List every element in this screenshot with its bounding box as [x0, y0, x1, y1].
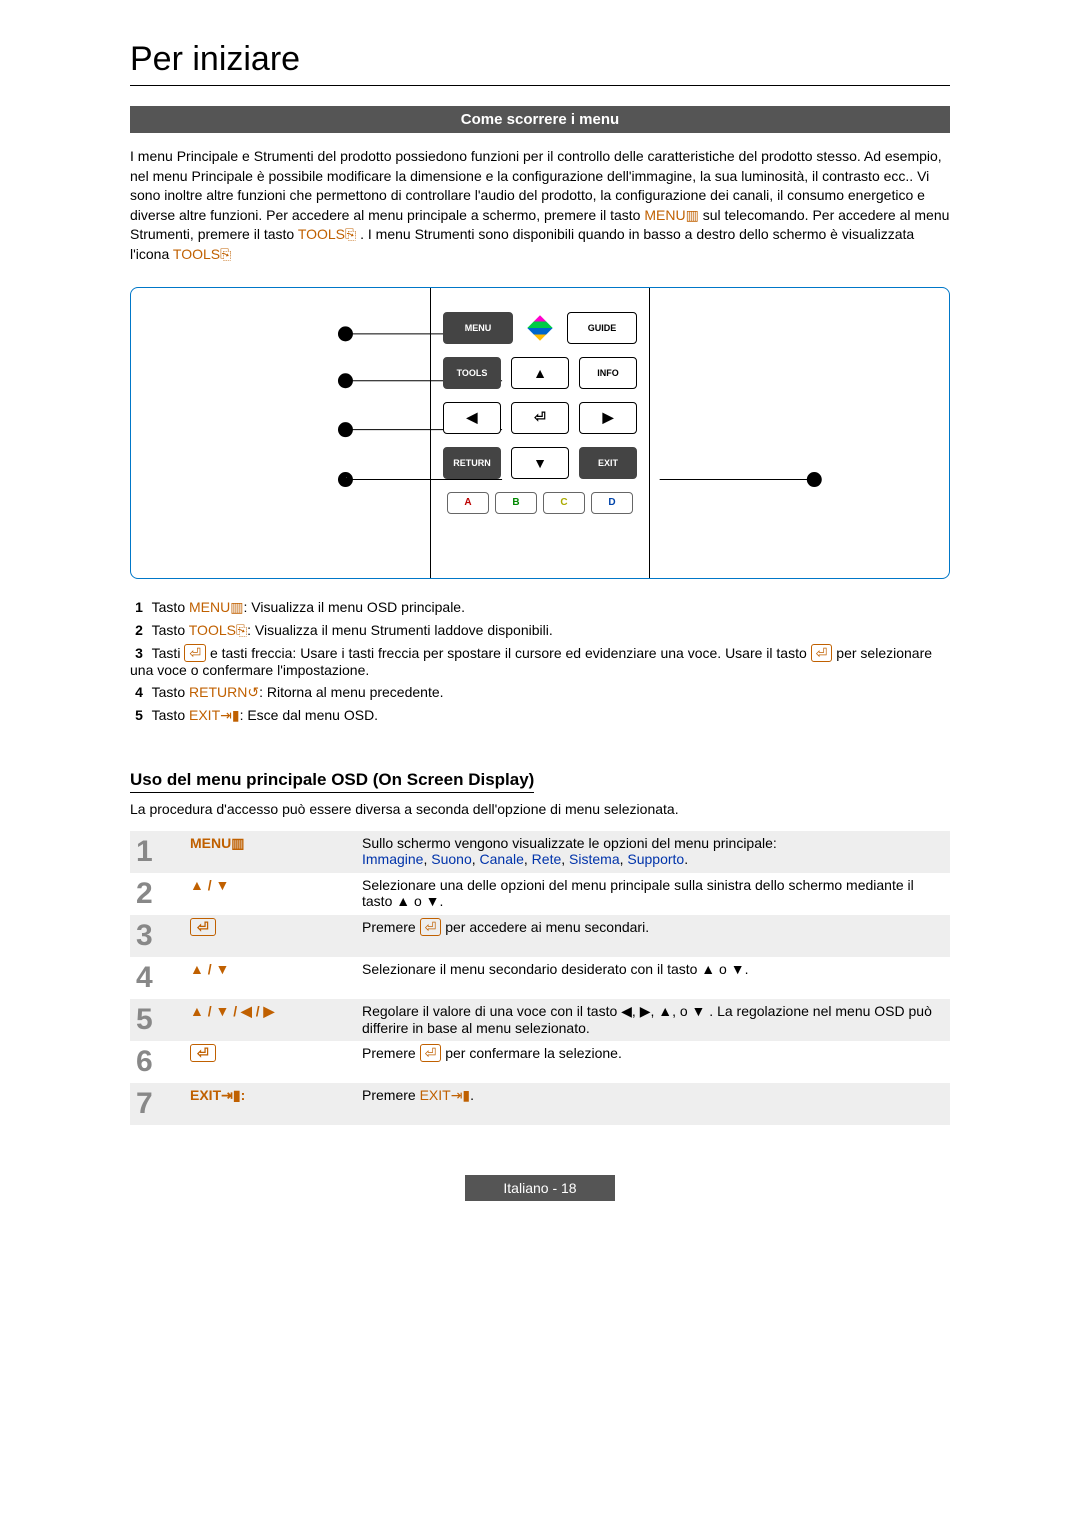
osd-intro: La procedura d'accesso può essere divers…: [130, 801, 950, 817]
step-number: 2: [130, 873, 184, 915]
step-number: 7: [130, 1083, 184, 1125]
tools-icon: ⎘: [220, 246, 231, 262]
enter-icon: ⏎: [190, 1044, 216, 1062]
remote-down-button[interactable]: ▼: [511, 447, 569, 479]
step-control: EXIT⇥▮:: [190, 1087, 245, 1103]
remote-body: MENU GUIDE TOOLS ▲ INFO ◀ ⏎ ▶ RETURN ▼ E…: [430, 288, 650, 578]
svg-text:2: 2: [343, 376, 349, 387]
step-number: 3: [130, 915, 184, 957]
return-icon: ↺: [247, 684, 259, 700]
step-row: 3 ⏎ Premere ⏎ per accedere ai menu secon…: [130, 915, 950, 957]
tools-keyword: TOOLS⎘: [298, 226, 356, 242]
step-control: ▲ / ▼: [190, 961, 229, 977]
legend-item: 4 Tasto RETURN↺: Ritorna al menu precede…: [130, 684, 950, 701]
enter-icon: ⏎: [420, 1044, 442, 1062]
remote-color-b-button[interactable]: B: [495, 492, 537, 514]
step-control: ▲ / ▼: [190, 877, 229, 893]
remote-color-d-button[interactable]: D: [591, 492, 633, 514]
menu-icon: ▥: [230, 599, 243, 615]
menu-link[interactable]: Canale: [480, 851, 524, 867]
osd-heading: Uso del menu principale OSD (On Screen D…: [130, 770, 534, 793]
remote-tools-button[interactable]: TOOLS: [443, 357, 501, 389]
page-footer: Italiano - 18: [465, 1175, 615, 1201]
step-number: 5: [130, 999, 184, 1041]
step-row: 1 MENU▥ Sullo schermo vengono visualizza…: [130, 831, 950, 873]
step-description: Selezionare una delle opzioni del menu p…: [356, 873, 950, 915]
remote-info-button[interactable]: INFO: [579, 357, 637, 389]
svg-text:1: 1: [343, 329, 349, 340]
step-description: Sullo schermo vengono visualizzate le op…: [356, 831, 950, 873]
step-row: 7 EXIT⇥▮: Premere EXIT⇥▮.: [130, 1083, 950, 1125]
exit-icon: ⇥▮: [220, 707, 239, 723]
step-description: Premere ⏎ per accedere ai menu secondari…: [356, 915, 950, 957]
section-banner: Come scorrere i menu: [130, 106, 950, 133]
remote-left-button[interactable]: ◀: [443, 402, 501, 434]
svg-text:5: 5: [812, 475, 818, 486]
step-number: 6: [130, 1041, 184, 1083]
legend-item: 1 Tasto MENU▥: Visualizza il menu OSD pr…: [130, 599, 950, 616]
step-row: 4 ▲ / ▼ Selezionare il menu secondario d…: [130, 957, 950, 999]
remote-logo-icon: [523, 312, 557, 344]
menu-keyword: MENU▥: [644, 207, 698, 223]
osd-steps-table: 1 MENU▥ Sullo schermo vengono visualizza…: [130, 831, 950, 1125]
intro-paragraph: I menu Principale e Strumenti del prodot…: [130, 147, 950, 265]
remote-return-button[interactable]: RETURN: [443, 447, 501, 479]
svg-text:3: 3: [343, 425, 349, 436]
remote-up-button[interactable]: ▲: [511, 357, 569, 389]
step-row: 5 ▲ / ▼ / ◀ / ▶ Regolare il valore di un…: [130, 999, 950, 1041]
remote-guide-button[interactable]: GUIDE: [567, 312, 637, 344]
remote-exit-button[interactable]: EXIT: [579, 447, 637, 479]
remote-color-c-button[interactable]: C: [543, 492, 585, 514]
legend-item: 5 Tasto EXIT⇥▮: Esce dal menu OSD.: [130, 707, 950, 724]
menu-icon: ▥: [231, 835, 244, 851]
step-number: 4: [130, 957, 184, 999]
remote-enter-button[interactable]: ⏎: [511, 402, 569, 434]
exit-icon: ⇥▮: [451, 1087, 470, 1103]
step-description: Premere EXIT⇥▮.: [356, 1083, 950, 1125]
step-control: ▲ / ▼ / ◀ / ▶: [190, 1003, 274, 1019]
menu-link[interactable]: Immagine: [362, 851, 423, 867]
menu-link[interactable]: Supporto: [627, 851, 684, 867]
exit-icon: ⇥▮: [221, 1087, 240, 1103]
enter-icon: ⏎: [811, 644, 833, 662]
step-row: 2 ▲ / ▼ Selezionare una delle opzioni de…: [130, 873, 950, 915]
enter-icon: ⏎: [420, 918, 442, 936]
tools-icon: ⎘: [236, 622, 247, 638]
step-number: 1: [130, 831, 184, 873]
enter-icon: ⏎: [190, 918, 216, 936]
step-description: Regolare il valore di una voce con il ta…: [356, 999, 950, 1041]
remote-color-a-button[interactable]: A: [447, 492, 489, 514]
svg-text:4: 4: [343, 475, 349, 486]
remote-right-button[interactable]: ▶: [579, 402, 637, 434]
menu-icon: ▥: [686, 207, 699, 223]
menu-link[interactable]: Sistema: [569, 851, 620, 867]
remote-diagram: 1 2 3 4 5 MENU GUIDE TOOLS ▲ INFO: [130, 287, 950, 579]
page-title: Per iniziare: [130, 40, 950, 86]
menu-link[interactable]: Suono: [431, 851, 471, 867]
enter-icon: ⏎: [184, 644, 206, 662]
step-control: MENU▥: [190, 835, 244, 851]
step-row: 6 ⏎ Premere ⏎ per confermare la selezion…: [130, 1041, 950, 1083]
legend-item: 3 Tasti ⏎ e tasti freccia: Usare i tasti…: [130, 645, 950, 678]
menu-link[interactable]: Rete: [532, 851, 562, 867]
tools-keyword-2: TOOLS⎘: [173, 246, 231, 262]
step-description: Selezionare il menu secondario desiderat…: [356, 957, 950, 999]
legend-item: 2 Tasto TOOLS⎘: Visualizza il menu Strum…: [130, 622, 950, 639]
step-description: Premere ⏎ per confermare la selezione.: [356, 1041, 950, 1083]
remote-menu-button[interactable]: MENU: [443, 312, 513, 344]
tools-icon: ⎘: [345, 226, 356, 242]
remote-legend: 1 Tasto MENU▥: Visualizza il menu OSD pr…: [130, 599, 950, 724]
